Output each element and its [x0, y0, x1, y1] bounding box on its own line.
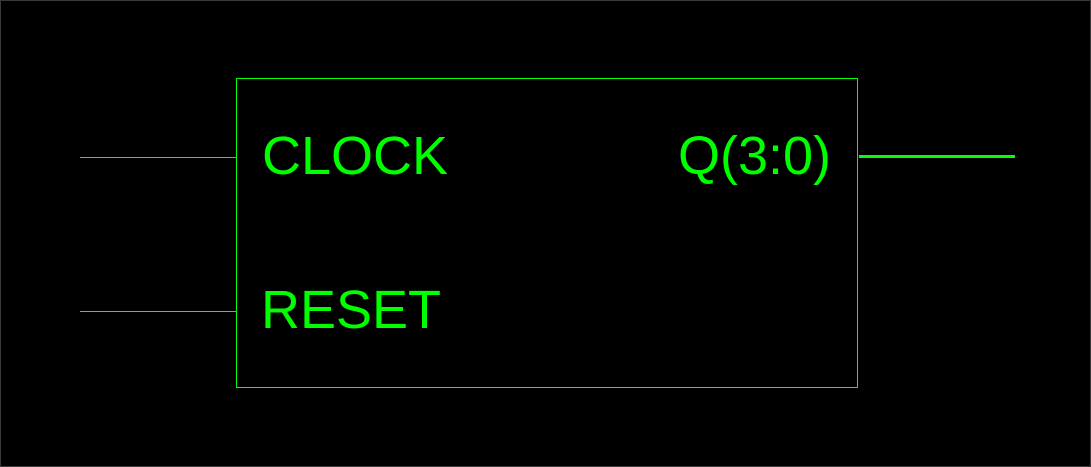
q-output-bus-wire	[859, 155, 1015, 158]
clock-pin-label: CLOCK	[262, 126, 449, 186]
schematic-canvas: CLOCK RESET Q(3:0)	[0, 0, 1091, 467]
counter-symbol-body[interactable]	[236, 78, 858, 388]
reset-pin-label: RESET	[261, 280, 442, 340]
q-output-pin-label: Q(3:0)	[677, 126, 831, 186]
clock-input-wire	[80, 157, 236, 158]
reset-input-wire	[80, 311, 236, 312]
